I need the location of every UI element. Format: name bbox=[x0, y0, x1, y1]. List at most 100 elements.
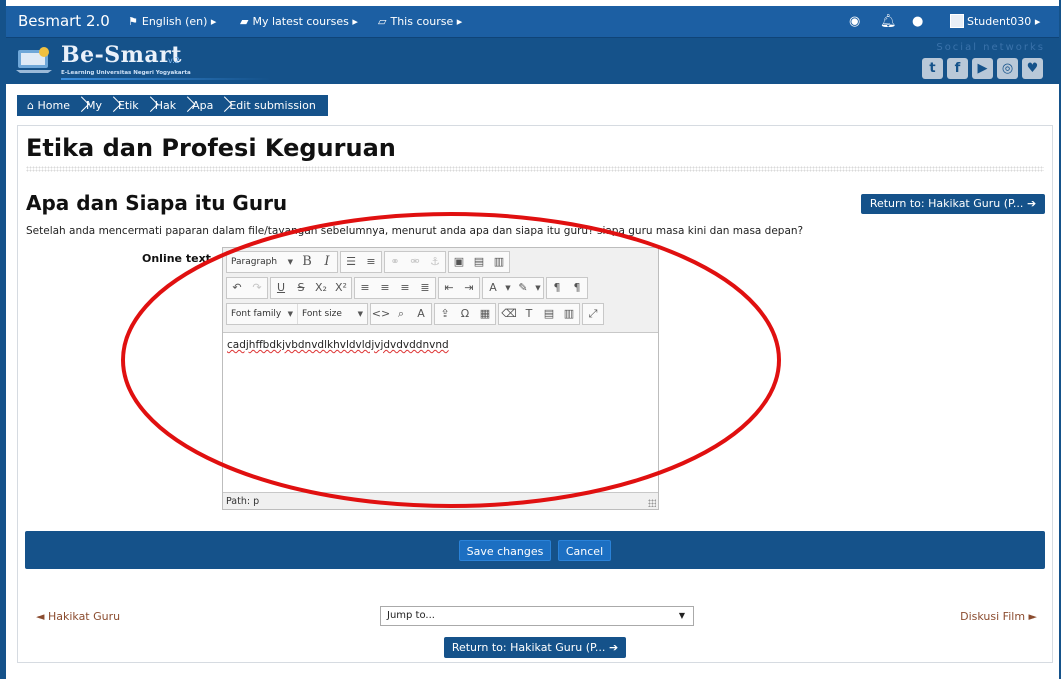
paste-word-icon[interactable]: ▥ bbox=[559, 304, 579, 324]
rtl-icon[interactable]: ¶ bbox=[567, 278, 587, 298]
breadcrumb-separator bbox=[180, 95, 188, 116]
underline-icon[interactable]: U bbox=[271, 278, 291, 298]
align-center-icon[interactable]: ≡ bbox=[375, 278, 395, 298]
divider bbox=[26, 166, 1044, 172]
breadcrumb-hak[interactable]: Hak bbox=[155, 99, 176, 112]
upload-icon[interactable]: ⇪ bbox=[435, 304, 455, 324]
superscript-icon[interactable]: X² bbox=[331, 278, 351, 298]
save-changes-button[interactable]: Save changes bbox=[459, 540, 551, 561]
logo-text: Be-Smart bbox=[61, 42, 182, 68]
subscript-icon[interactable]: X₂ bbox=[311, 278, 331, 298]
bold-icon[interactable]: B bbox=[297, 252, 317, 272]
redo-icon[interactable]: ↷ bbox=[247, 278, 267, 298]
anchor-icon[interactable]: ⚓ bbox=[425, 252, 445, 272]
breadcrumb-my[interactable]: My bbox=[86, 99, 102, 112]
toolbar-row-3: Font family ▼ Font size ▼ <> ⌕ A ⇪ Ω ▦ ⌫ T ▤ ▥ ⤢ bbox=[226, 303, 604, 326]
my-courses-menu[interactable]: ▰ My latest courses ▸ bbox=[240, 15, 358, 28]
rich-text-editor: Paragraph ▼ B I ☰ ≡ ⚭ ⚮ ⚓ ▣ ▤ ▥ ↶ ↷ U S X₂ X² ≡ ≡ ≡ ≣ ⇤… bbox=[222, 247, 659, 510]
unlink-icon[interactable]: ⚮ bbox=[405, 252, 425, 272]
chevron-down-icon: ▼ bbox=[287, 258, 293, 266]
previous-activity-link[interactable]: ◄ Hakikat Guru bbox=[36, 610, 120, 623]
return-button-bottom[interactable]: Return to: Hakikat Guru (P... ➔ bbox=[444, 637, 626, 658]
outdent-icon[interactable]: ⇤ bbox=[439, 278, 459, 298]
home-icon: ⌂ bbox=[27, 99, 34, 112]
font-family-select[interactable]: Font family ▼ bbox=[227, 304, 297, 324]
logo-icon[interactable] bbox=[14, 46, 54, 74]
align-justify-icon[interactable]: ≣ bbox=[415, 278, 435, 298]
breadcrumb-separator bbox=[143, 95, 151, 116]
chat-icon[interactable]: ● bbox=[912, 14, 923, 29]
bullet-list-icon[interactable]: ☰ bbox=[341, 252, 361, 272]
chevron-down-icon: ▼ bbox=[678, 611, 685, 620]
target-icon[interactable]: ◉ bbox=[849, 14, 860, 29]
youtube-icon[interactable]: ▶ bbox=[972, 58, 993, 79]
spellcheck-icon[interactable]: A bbox=[411, 304, 431, 324]
twitter-icon[interactable]: t bbox=[922, 58, 943, 79]
breadcrumb-edit-submission[interactable]: Edit submission bbox=[229, 99, 315, 112]
editor-content[interactable]: cadjhffbdkjvbdnvdlkhvldvldjvjdvdvddnvnd bbox=[223, 332, 658, 492]
text-color-icon[interactable]: A bbox=[483, 278, 503, 298]
site-brand[interactable]: Besmart 2.0 bbox=[18, 12, 110, 30]
italic-icon[interactable]: I bbox=[317, 252, 337, 272]
toolbar-row-1: Paragraph ▼ B I ☰ ≡ ⚭ ⚮ ⚓ ▣ ▤ ▥ bbox=[226, 251, 510, 274]
find-icon[interactable]: ⌕ bbox=[391, 304, 411, 324]
assignment-title: Apa dan Siapa itu Guru bbox=[26, 191, 288, 215]
jump-to-select[interactable]: Jump to... ▼ bbox=[380, 606, 694, 626]
editor-text: cadjhffbdkjvbdnvdlkhvldvldjvjdvdvddnvnd bbox=[227, 339, 449, 351]
chevron-down-icon: ▼ bbox=[357, 310, 363, 318]
image-icon[interactable]: ▣ bbox=[449, 252, 469, 272]
other-icon[interactable]: ♥ bbox=[1022, 58, 1043, 79]
language-menu[interactable]: ⚑ English (en) ▸ bbox=[128, 15, 216, 28]
numbered-list-icon[interactable]: ≡ bbox=[361, 252, 381, 272]
logo-subtitle: E-Learning Universitas Negeri Yogyakarta bbox=[61, 70, 191, 76]
breadcrumb-etik[interactable]: Etik bbox=[118, 99, 139, 112]
paste-text-icon[interactable]: ▤ bbox=[539, 304, 559, 324]
instagram-icon[interactable]: ◎ bbox=[997, 58, 1018, 79]
this-course-menu[interactable]: ▱ This course ▸ bbox=[378, 15, 462, 28]
user-menu[interactable]: Student030 ▸ bbox=[950, 14, 1040, 28]
breadcrumb-home[interactable]: ⌂ Home bbox=[27, 99, 70, 112]
remove-format-icon[interactable]: T bbox=[519, 304, 539, 324]
social-networks-label: Social networks bbox=[936, 42, 1045, 53]
course-title: Etika dan Profesi Keguruan bbox=[26, 134, 396, 162]
background-color-icon[interactable]: ✎ bbox=[513, 278, 533, 298]
strikethrough-icon[interactable]: S bbox=[291, 278, 311, 298]
code-icon[interactable]: <> bbox=[371, 304, 391, 324]
top-navbar: Besmart 2.0 ⚑ English (en) ▸ ▰ My latest c… bbox=[6, 6, 1059, 38]
resize-handle-icon[interactable] bbox=[648, 499, 656, 507]
breadcrumb-apa[interactable]: Apa bbox=[192, 99, 213, 112]
breadcrumb: ⌂ Home My Etik Hak Apa Edit submission bbox=[17, 95, 328, 116]
bell-icon[interactable]: 🔔︎ bbox=[880, 14, 897, 29]
align-left-icon[interactable]: ≡ bbox=[355, 278, 375, 298]
chevron-down-icon[interactable]: ▼ bbox=[503, 278, 513, 298]
main-content: Etika dan Profesi Keguruan Apa dan Siapa… bbox=[17, 125, 1053, 663]
clear-format-icon[interactable]: ⌫ bbox=[499, 304, 519, 324]
media-icon[interactable]: ▤ bbox=[469, 252, 489, 272]
next-activity-link[interactable]: Diskusi Film ► bbox=[960, 610, 1037, 623]
facebook-icon[interactable]: f bbox=[947, 58, 968, 79]
font-size-select[interactable]: Font size ▼ bbox=[297, 304, 367, 324]
link-icon[interactable]: ⚭ bbox=[385, 252, 405, 272]
site-header: Be-Smart v.2 E-Learning Universitas Nege… bbox=[6, 38, 1059, 84]
chevron-down-icon: ▼ bbox=[287, 310, 293, 318]
caret-right-icon: ▸ bbox=[352, 15, 358, 28]
omega-icon[interactable]: Ω bbox=[455, 304, 475, 324]
editor-path: Path: p bbox=[226, 496, 260, 507]
align-right-icon[interactable]: ≡ bbox=[395, 278, 415, 298]
return-button[interactable]: Return to: Hakikat Guru (P... ➔ bbox=[861, 194, 1045, 214]
undo-icon[interactable]: ↶ bbox=[227, 278, 247, 298]
chevron-down-icon[interactable]: ▼ bbox=[533, 278, 543, 298]
sign-in-icon: ➔ bbox=[608, 641, 619, 654]
indent-icon[interactable]: ⇥ bbox=[459, 278, 479, 298]
fullscreen-icon[interactable]: ⤢ bbox=[583, 304, 603, 324]
cancel-button[interactable]: Cancel bbox=[558, 540, 611, 561]
paragraph-select[interactable]: Paragraph ▼ bbox=[227, 252, 297, 272]
breadcrumb-separator bbox=[106, 95, 114, 116]
sign-in-icon: ➔ bbox=[1026, 197, 1037, 210]
caret-right-icon: ▸ bbox=[456, 15, 463, 28]
breadcrumb-separator bbox=[74, 95, 82, 116]
manage-files-icon[interactable]: ▥ bbox=[489, 252, 509, 272]
table-icon[interactable]: ▦ bbox=[475, 304, 495, 324]
caret-right-icon: ▸ bbox=[1034, 15, 1041, 28]
ltr-icon[interactable]: ¶ bbox=[547, 278, 567, 298]
